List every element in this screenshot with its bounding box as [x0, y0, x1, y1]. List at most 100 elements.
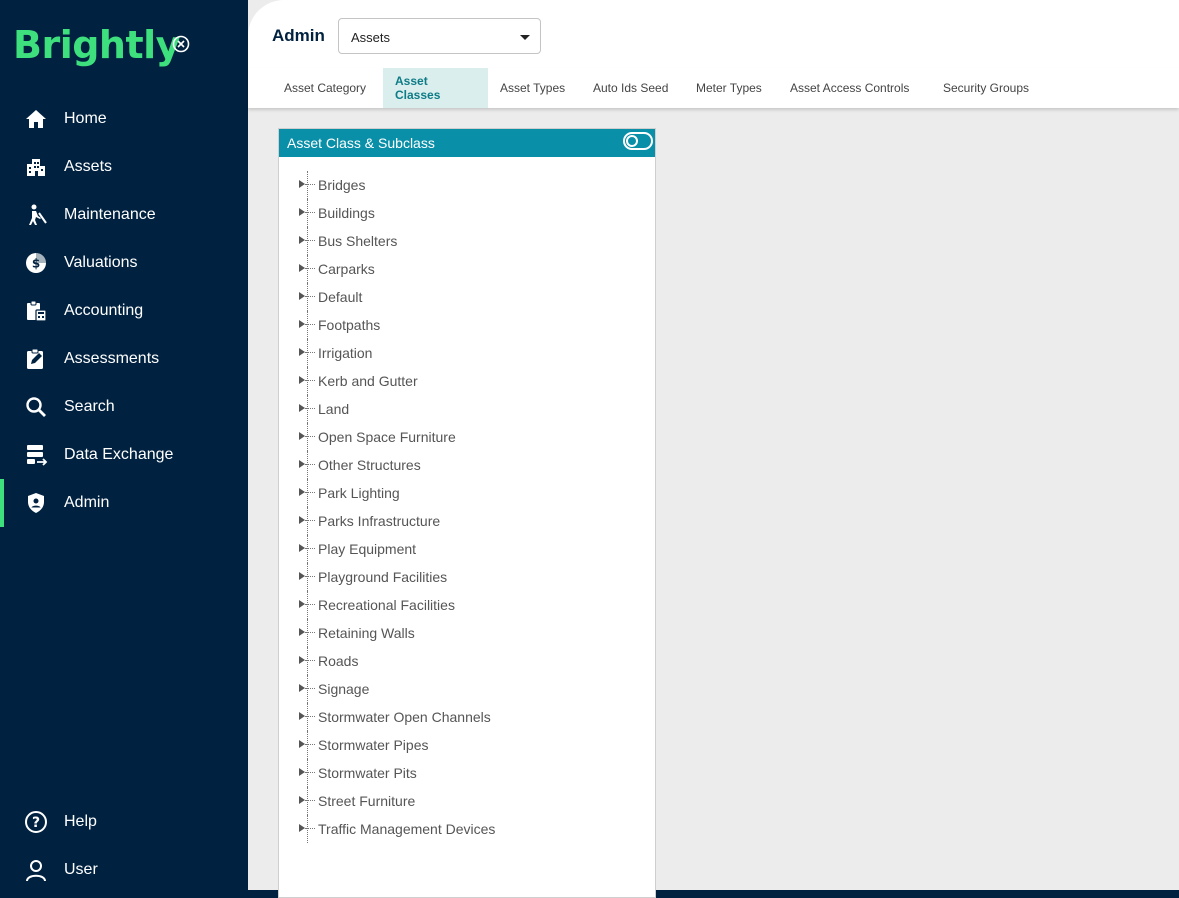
tree-connector	[307, 787, 308, 815]
chevron-down-icon	[520, 35, 530, 40]
tree-item[interactable]: Default	[279, 283, 655, 311]
expand-arrow-icon[interactable]	[299, 488, 305, 496]
expand-arrow-icon[interactable]	[299, 600, 305, 608]
expand-arrow-icon[interactable]	[299, 712, 305, 720]
tree-item[interactable]: Footpaths	[279, 311, 655, 339]
tree-item[interactable]: Bus Shelters	[279, 227, 655, 255]
tree-item-label: Street Furniture	[318, 793, 416, 809]
tree-item-label: Footpaths	[318, 317, 381, 333]
tree-item[interactable]: Stormwater Open Channels	[279, 703, 655, 731]
sidebar-item-help[interactable]: ? Help	[0, 798, 248, 846]
tree-item[interactable]: Buildings	[279, 199, 655, 227]
expand-arrow-icon[interactable]	[299, 208, 305, 216]
expand-arrow-icon[interactable]	[299, 656, 305, 664]
expand-arrow-icon[interactable]	[299, 544, 305, 552]
module-select[interactable]: Assets	[338, 18, 541, 54]
tree-connector	[305, 632, 315, 633]
tree-item[interactable]: Kerb and Gutter	[279, 367, 655, 395]
sidebar-item-user[interactable]: User	[0, 846, 248, 894]
sidebar-item-label: Assessments	[64, 350, 160, 367]
expand-arrow-icon[interactable]	[299, 236, 305, 244]
expand-arrow-icon[interactable]	[299, 628, 305, 636]
expand-arrow-icon[interactable]	[299, 432, 305, 440]
tree-connector	[307, 759, 308, 787]
expand-arrow-icon[interactable]	[299, 180, 305, 188]
tree-item[interactable]: Open Space Furniture	[279, 423, 655, 451]
tree-item-label: Carparks	[318, 261, 375, 277]
tab-label: Auto Ids Seed	[593, 81, 669, 95]
tab-asset-category[interactable]: Asset Category	[272, 68, 378, 108]
tree-item[interactable]: Park Lighting	[279, 479, 655, 507]
expand-arrow-icon[interactable]	[299, 572, 305, 580]
brightly-logo[interactable]: Brightly	[13, 22, 180, 68]
tab-meter-types[interactable]: Meter Types	[684, 68, 774, 108]
tree-item[interactable]: Playground Facilities	[279, 563, 655, 591]
expand-arrow-icon[interactable]	[299, 824, 305, 832]
tree-item[interactable]: Traffic Management Devices	[279, 815, 655, 843]
expand-arrow-icon[interactable]	[299, 740, 305, 748]
tree-item[interactable]: Street Furniture	[279, 787, 655, 815]
tree-connector	[307, 311, 308, 339]
expand-arrow-icon[interactable]	[299, 376, 305, 384]
close-sidebar-icon[interactable]	[172, 35, 190, 53]
sidebar-item-assets[interactable]: Assets	[0, 143, 248, 191]
tree-connector	[305, 828, 315, 829]
sidebar-item-label: Accounting	[64, 302, 144, 319]
tree-item-label: Traffic Management Devices	[318, 821, 496, 837]
tree-item-label: Other Structures	[318, 457, 421, 473]
tree-item[interactable]: Retaining Walls	[279, 619, 655, 647]
expand-arrow-icon[interactable]	[299, 320, 305, 328]
tree-item-label: Signage	[318, 681, 370, 697]
tree-item[interactable]: Stormwater Pipes	[279, 731, 655, 759]
sidebar-item-assessments[interactable]: Assessments	[0, 335, 248, 383]
tree-connector	[305, 324, 315, 325]
search-icon	[26, 397, 46, 417]
expand-arrow-icon[interactable]	[299, 348, 305, 356]
expand-arrow-icon[interactable]	[299, 404, 305, 412]
expand-arrow-icon[interactable]	[299, 684, 305, 692]
tree-connector	[305, 212, 315, 213]
expand-arrow-icon[interactable]	[299, 768, 305, 776]
expand-arrow-icon[interactable]	[299, 796, 305, 804]
tree-connector	[305, 744, 315, 745]
tree-item[interactable]: Signage	[279, 675, 655, 703]
tree-item[interactable]: Irrigation	[279, 339, 655, 367]
tab-asset-access-controls[interactable]: Asset Access Controls	[778, 68, 921, 108]
sidebar-item-search[interactable]: Search	[0, 383, 248, 431]
sidebar-item-valuations[interactable]: $ Valuations	[0, 239, 248, 287]
sidebar-item-admin[interactable]: Admin	[0, 479, 248, 527]
tab-asset-types[interactable]: Asset Types	[488, 68, 577, 108]
sidebar-item-home[interactable]: Home	[0, 95, 248, 143]
expand-arrow-icon[interactable]	[299, 292, 305, 300]
expand-arrow-icon[interactable]	[299, 264, 305, 272]
page-title: Admin	[272, 26, 325, 45]
tree-item[interactable]: Parks Infrastructure	[279, 507, 655, 535]
expand-toggle[interactable]	[623, 132, 653, 150]
tree-connector	[305, 184, 315, 185]
tree-connector	[305, 548, 315, 549]
tree-item[interactable]: Bridges	[279, 171, 655, 199]
svg-text:?: ?	[32, 815, 40, 831]
asset-class-panel: Asset Class & Subclass Bridges Buildings B…	[278, 128, 656, 898]
tab-security-groups[interactable]: Security Groups	[931, 68, 1041, 108]
tree-connector	[305, 436, 315, 437]
expand-arrow-icon[interactable]	[299, 516, 305, 524]
tree-item[interactable]: Play Equipment	[279, 535, 655, 563]
tree-item[interactable]: Stormwater Pits	[279, 759, 655, 787]
sidebar-item-accounting[interactable]: Accounting	[0, 287, 248, 335]
sidebar-item-maintenance[interactable]: Maintenance	[0, 191, 248, 239]
tree-item[interactable]: Recreational Facilities	[279, 591, 655, 619]
tree-connector	[305, 296, 315, 297]
sidebar-item-data-exchange[interactable]: Data Exchange	[0, 431, 248, 479]
tree-connector	[307, 619, 308, 647]
tree-item[interactable]: Other Structures	[279, 451, 655, 479]
expand-arrow-icon[interactable]	[299, 460, 305, 468]
tree-item[interactable]: Carparks	[279, 255, 655, 283]
tree-item[interactable]: Land	[279, 395, 655, 423]
tree-item[interactable]: Roads	[279, 647, 655, 675]
sidebar-item-label: Assets	[64, 158, 113, 175]
sidebar-item-label: Home	[64, 110, 107, 127]
tree-connector	[307, 255, 308, 283]
tab-asset-classes[interactable]: Asset Classes	[383, 68, 488, 108]
tab-auto-ids-seed[interactable]: Auto Ids Seed	[581, 68, 680, 108]
